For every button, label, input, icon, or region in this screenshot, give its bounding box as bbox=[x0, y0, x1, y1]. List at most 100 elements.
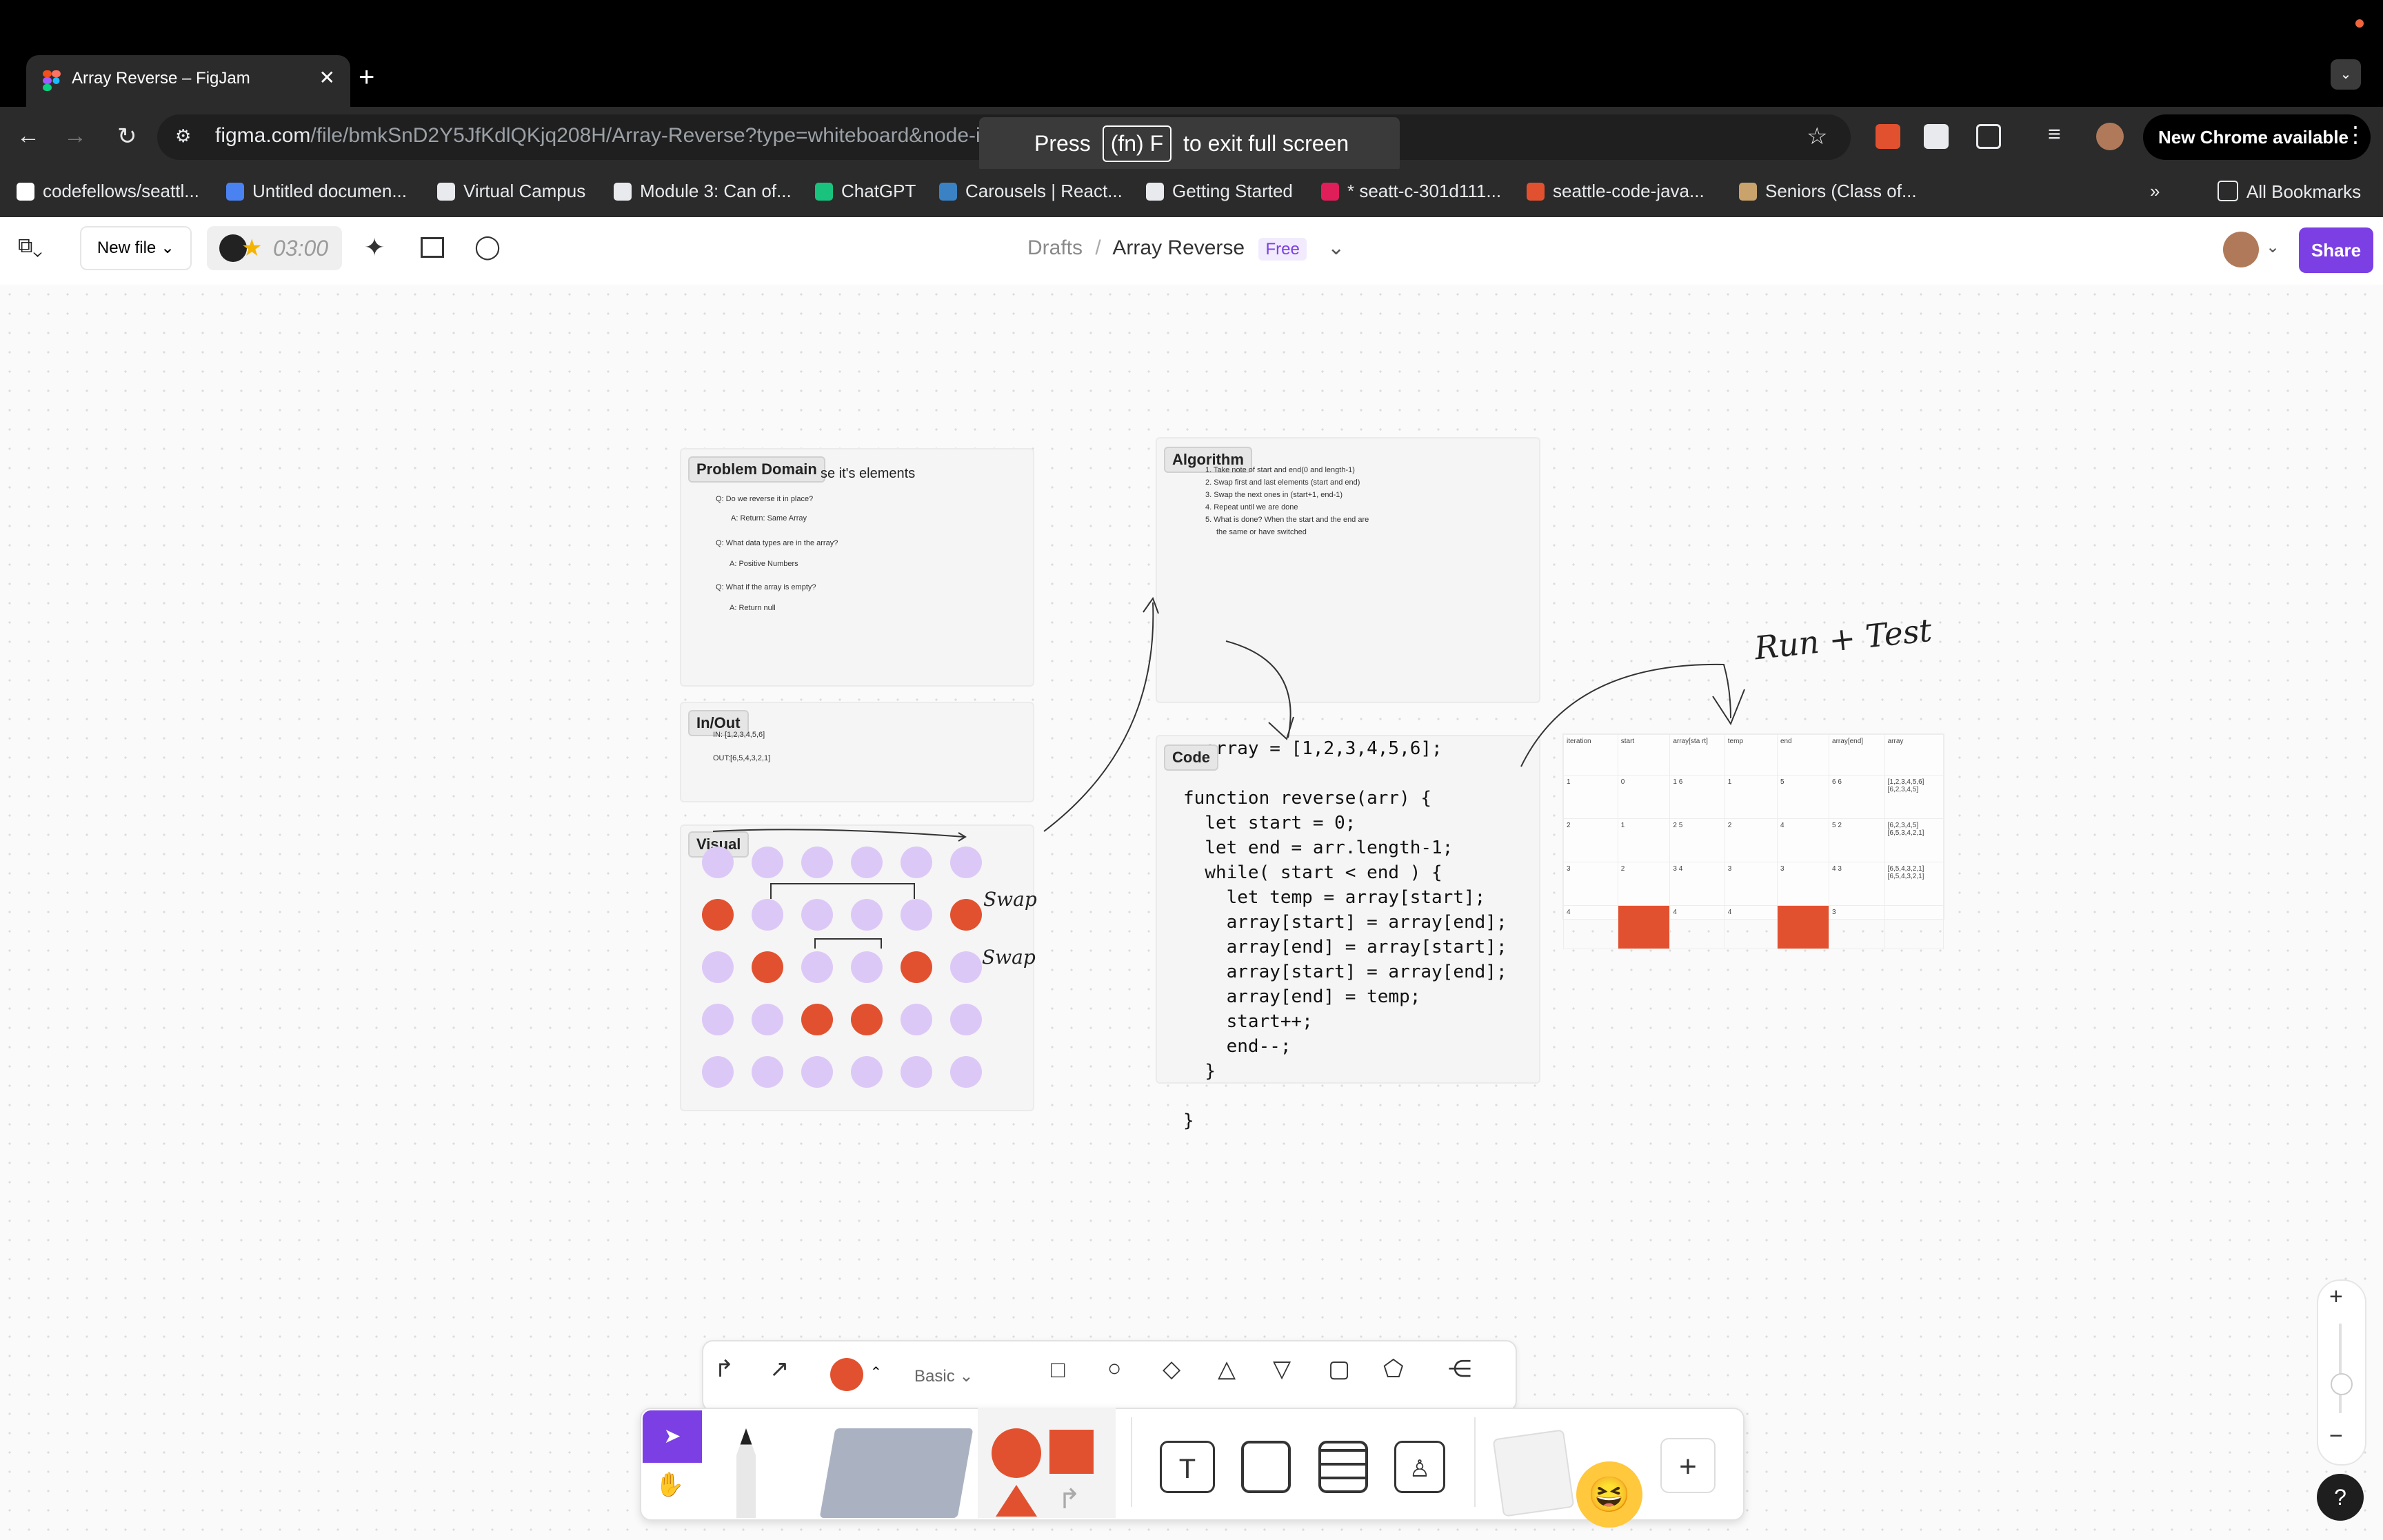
bookmark-item[interactable]: Untitled documen... bbox=[226, 181, 407, 202]
url-text[interactable]: figma.com/file/bmkSnD2Y5JfKdlQKjq208H/Ar… bbox=[215, 124, 1023, 148]
table-cell[interactable]: 3 bbox=[1563, 862, 1618, 906]
avatar-chevron-icon[interactable]: ⌄ bbox=[2266, 237, 2280, 257]
profile-avatar[interactable] bbox=[2096, 123, 2124, 150]
code-line: array[start] = array[end]; bbox=[1183, 912, 1507, 933]
table-cell[interactable]: 6 6 bbox=[1829, 775, 1885, 819]
color-picker[interactable] bbox=[830, 1358, 863, 1391]
back-icon[interactable]: ← bbox=[17, 123, 40, 150]
table-header-cell[interactable]: array[end] bbox=[1829, 734, 1885, 776]
chrome-update-button[interactable]: New Chrome available bbox=[2143, 114, 2371, 160]
bookmark-item[interactable]: Virtual Campus bbox=[437, 181, 585, 202]
table-cell[interactable]: 2 bbox=[1617, 862, 1671, 906]
new-tab-button[interactable]: + bbox=[359, 62, 374, 93]
jambot-widget-icon[interactable] bbox=[1492, 1429, 1575, 1517]
reload-icon[interactable]: ↻ bbox=[117, 123, 137, 150]
comment-icon[interactable]: ◯ bbox=[474, 233, 501, 261]
table-cell[interactable]: 4 3 bbox=[1829, 862, 1885, 906]
table-cell[interactable]: [6,5,4,3,2,1] [6,5,4,3,2,1] bbox=[1884, 862, 1944, 906]
file-name[interactable]: Array Reverse bbox=[1112, 236, 1245, 259]
bookmark-label: * seatt-c-301d111... bbox=[1347, 181, 1502, 201]
puzzle-icon[interactable] bbox=[1976, 124, 2001, 149]
all-bookmarks[interactable]: All Bookmarks bbox=[2218, 181, 2361, 203]
bookmark-item[interactable]: * seatt-c-301d111... bbox=[1321, 181, 1501, 202]
zoom-out-icon[interactable]: − bbox=[2329, 1423, 2343, 1450]
browser-tab[interactable]: Array Reverse – FigJam ✕ bbox=[26, 55, 350, 107]
square-shape-icon[interactable]: □ bbox=[1051, 1357, 1065, 1384]
color-chevron-icon[interactable]: ⌃ bbox=[870, 1364, 882, 1381]
main-menu-icon[interactable]: ⧉⌄ bbox=[18, 234, 43, 258]
zoom-in-icon[interactable]: + bbox=[2329, 1284, 2343, 1310]
note-line: 5. What is done? When the start and the … bbox=[1205, 516, 1369, 524]
bookmark-label: Getting Started bbox=[1172, 181, 1293, 201]
table-cell[interactable]: 5 2 bbox=[1829, 818, 1885, 862]
table-cell[interactable]: 4 bbox=[1669, 905, 1725, 949]
emoji-icon[interactable]: 😆 bbox=[1576, 1461, 1642, 1528]
table-cell[interactable]: 3 bbox=[1776, 862, 1830, 906]
extension-icon[interactable] bbox=[1924, 124, 1949, 149]
rounded-rect-shape-icon[interactable]: ▢ bbox=[1328, 1355, 1350, 1383]
bookmark-item[interactable]: Module 3: Can of... bbox=[614, 181, 792, 202]
triangle-shape-icon[interactable]: △ bbox=[1218, 1355, 1236, 1383]
bookmark-item[interactable]: Carousels | React... bbox=[939, 181, 1123, 202]
new-file-button[interactable]: New file ⌄ bbox=[80, 226, 192, 270]
inverted-triangle-shape-icon[interactable]: ▽ bbox=[1273, 1355, 1291, 1383]
chevron-shape-icon[interactable]: ⬠ bbox=[1383, 1355, 1404, 1383]
table-tool-icon[interactable] bbox=[1318, 1441, 1368, 1493]
bookmark-item[interactable]: codefellows/seattl... bbox=[17, 181, 199, 202]
table-cell[interactable]: 4 bbox=[1724, 905, 1778, 949]
table-cell[interactable]: 4 bbox=[1563, 905, 1618, 949]
more-tools-button[interactable]: + bbox=[1660, 1438, 1716, 1493]
sticky-notes-icon[interactable] bbox=[819, 1428, 974, 1518]
section-tool-icon[interactable] bbox=[1241, 1441, 1291, 1493]
ai-sparkle-icon[interactable]: ✦ bbox=[364, 233, 385, 262]
file-menu-chevron-icon[interactable]: ⌄ bbox=[1327, 236, 1345, 259]
shapes-tool[interactable]: ↱ bbox=[978, 1408, 1116, 1518]
text-tool-icon[interactable]: T bbox=[1160, 1441, 1215, 1493]
browser-tab-strip bbox=[0, 0, 2383, 107]
straight-connector-icon[interactable]: ↗ bbox=[770, 1355, 790, 1383]
table-header-cell[interactable]: array bbox=[1884, 734, 1944, 776]
select-tool-icon[interactable]: ➤ bbox=[643, 1410, 702, 1463]
table-cell[interactable]: 3 bbox=[1829, 905, 1885, 949]
breadcrumb-drafts[interactable]: Drafts bbox=[1027, 236, 1083, 259]
extension-icon[interactable] bbox=[1876, 124, 1900, 149]
forward-icon[interactable]: → bbox=[63, 123, 87, 150]
bookmark-item[interactable]: ChatGPT bbox=[815, 181, 916, 202]
zoom-track[interactable] bbox=[2339, 1324, 2342, 1413]
bookmark-star-icon[interactable]: ☆ bbox=[1807, 123, 1827, 150]
circle-shape-icon[interactable]: ○ bbox=[1107, 1355, 1122, 1382]
bookmark-item[interactable]: seattle-code-java... bbox=[1527, 181, 1705, 202]
table-cell[interactable]: 3 bbox=[1617, 905, 1671, 949]
table-cell[interactable]: 3 bbox=[1724, 862, 1778, 906]
bookmark-item[interactable]: Getting Started bbox=[1146, 181, 1293, 202]
timer[interactable]: ★ 03:00 bbox=[207, 226, 342, 270]
tab-search-button[interactable]: ⌄ bbox=[2331, 59, 2361, 90]
table-cell[interactable]: 3 4 bbox=[1669, 862, 1725, 906]
bookmark-item[interactable]: Seniors (Class of... bbox=[1739, 181, 1917, 202]
chrome-menu-icon[interactable]: ⋮ bbox=[2344, 121, 2366, 148]
hand-tool-icon[interactable]: ✋ bbox=[655, 1471, 684, 1499]
share-button[interactable]: Share bbox=[2299, 227, 2373, 273]
problem-domain-label[interactable]: Problem Domain bbox=[688, 456, 825, 483]
mindmap-icon[interactable]: ⋲ bbox=[1448, 1355, 1471, 1383]
tab-close-icon[interactable]: ✕ bbox=[319, 66, 335, 89]
shape-style-select[interactable]: Basic ⌄ bbox=[914, 1366, 973, 1386]
zoom-slider-handle[interactable] bbox=[2331, 1373, 2353, 1395]
tab-title: Array Reverse – FigJam bbox=[72, 69, 250, 88]
stamp-tool-icon[interactable]: ♙ bbox=[1394, 1441, 1445, 1493]
templates-icon[interactable] bbox=[421, 237, 444, 258]
table-cell[interactable]: [1,2,3,4,5,6] [6,2,3,4,5] bbox=[1884, 775, 1944, 819]
table-cell[interactable]: 2 bbox=[1776, 905, 1830, 949]
elbow-connector-icon[interactable]: ↱ bbox=[714, 1355, 734, 1383]
code-line: } bbox=[1183, 1061, 1216, 1082]
table-cell[interactable] bbox=[1884, 905, 1944, 949]
bookmark-favicon-icon bbox=[614, 183, 632, 201]
media-icon[interactable]: ≡ bbox=[2048, 121, 2061, 147]
fullscreen-hint: Press (fn) F to exit full screen bbox=[979, 117, 1400, 172]
user-avatar[interactable] bbox=[2223, 232, 2259, 267]
help-button[interactable]: ? bbox=[2317, 1474, 2364, 1521]
site-info-icon[interactable]: ⚙ bbox=[175, 125, 191, 147]
table-cell[interactable]: [6,2,3,4,5] [6,5,3,4,2,1] bbox=[1884, 818, 1944, 862]
diamond-shape-icon[interactable]: ◇ bbox=[1163, 1355, 1180, 1383]
more-bookmarks-icon[interactable]: » bbox=[2150, 181, 2160, 202]
